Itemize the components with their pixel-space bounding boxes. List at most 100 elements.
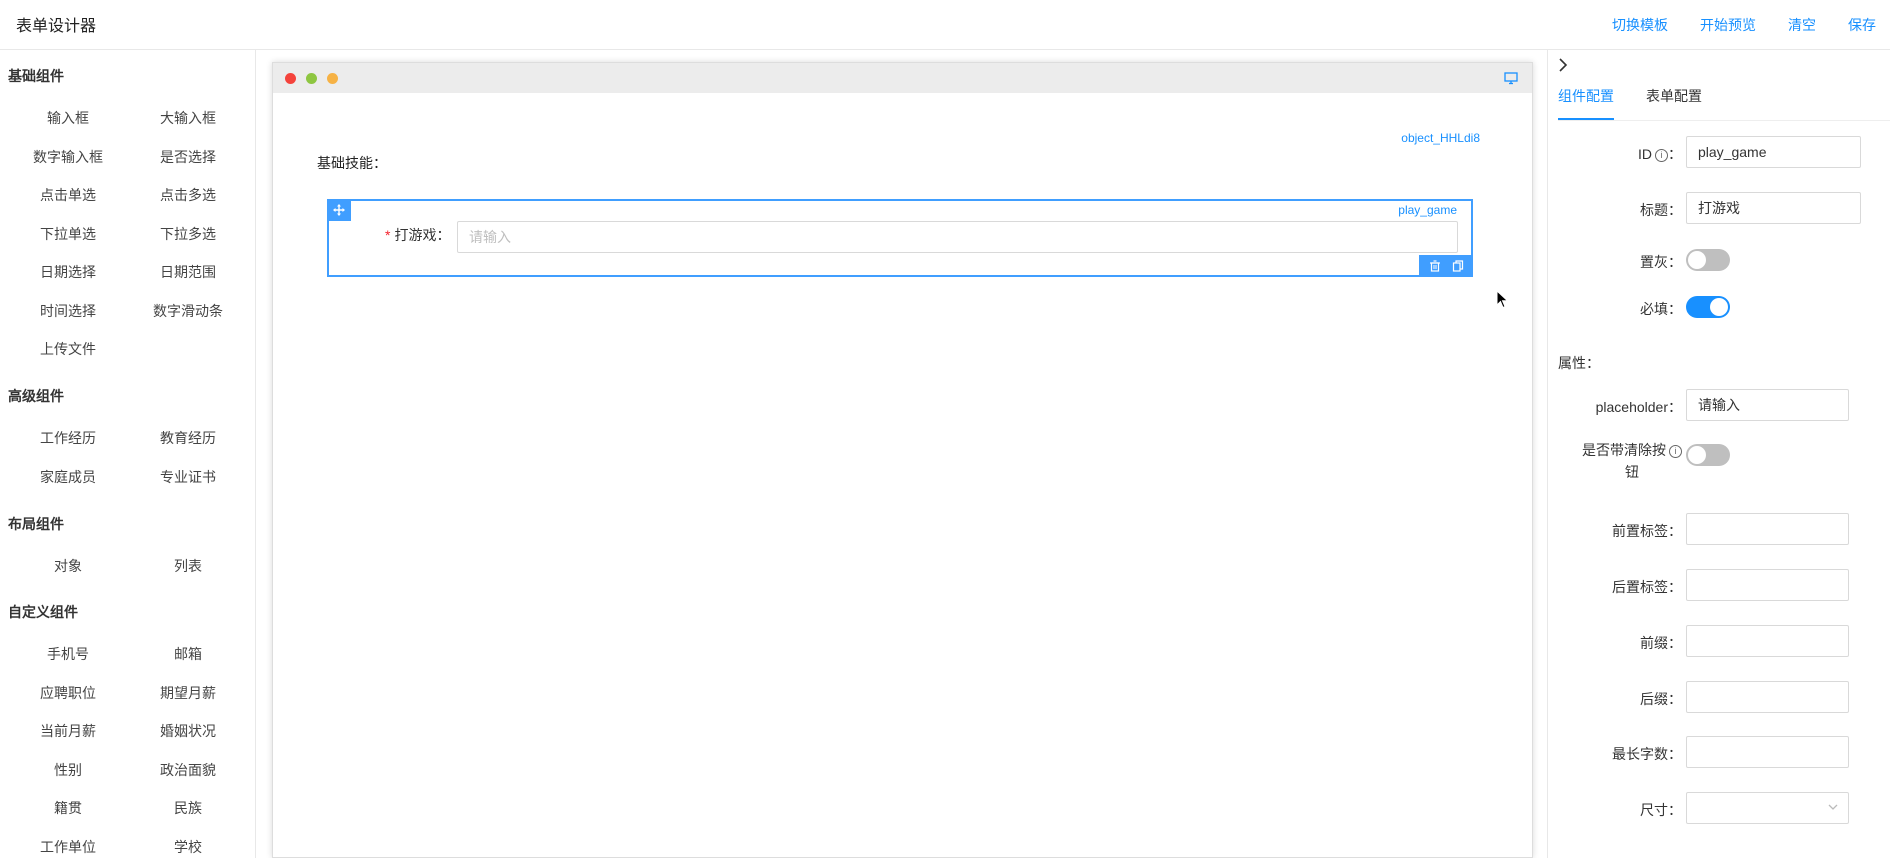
allow-clear-row: 是否带清除按 i 钮 bbox=[1558, 439, 1878, 485]
addon-before-input[interactable] bbox=[1686, 513, 1849, 545]
play-game-input[interactable] bbox=[457, 221, 1458, 253]
palette-component[interactable]: 邮箱 bbox=[128, 635, 248, 674]
placeholder-input[interactable] bbox=[1686, 389, 1849, 421]
drag-handle[interactable] bbox=[327, 199, 351, 221]
palette-component[interactable]: 时间选择 bbox=[8, 292, 128, 331]
palette-group-items: 输入框 大输入框 数字输入框 是否选择 点击单选 点击多选 下拉单选 下拉多选 日期选择 日期范围… bbox=[8, 99, 248, 369]
palette-group-title: 布局组件 bbox=[8, 516, 64, 532]
palette-component[interactable]: 数字滑动条 bbox=[128, 292, 248, 331]
prefix-row: 前缀： bbox=[1558, 625, 1878, 657]
prefix-input[interactable] bbox=[1686, 625, 1849, 657]
placeholder-row: placeholder： bbox=[1558, 389, 1878, 421]
field-label-text: 打游戏： bbox=[394, 227, 451, 243]
disabled-label: 置灰： bbox=[1640, 254, 1682, 270]
field-tools bbox=[1419, 255, 1473, 277]
desktop-view-icon[interactable] bbox=[1504, 71, 1518, 85]
id-input[interactable] bbox=[1686, 136, 1861, 168]
toggle-knob bbox=[1688, 251, 1706, 269]
field-label: * 打游戏： bbox=[385, 225, 450, 245]
palette-component[interactable]: 学校 bbox=[128, 828, 248, 858]
palette-group-title: 高级组件 bbox=[8, 388, 64, 404]
tab-divider bbox=[1558, 120, 1890, 121]
palette-component[interactable]: 籍贯 bbox=[8, 789, 128, 828]
selected-field[interactable]: play_game * 打游戏： bbox=[327, 199, 1473, 277]
attributes-title: 属性： bbox=[1558, 355, 1600, 371]
palette-component[interactable]: 工作经历 bbox=[8, 419, 128, 458]
disabled-row: 置灰： bbox=[1558, 244, 1878, 276]
palette-component[interactable]: 工作单位 bbox=[8, 828, 128, 858]
addon-after-row: 后置标签： bbox=[1558, 569, 1878, 601]
object-id-tag: object_HHLdi8 bbox=[1401, 131, 1480, 145]
palette-component[interactable]: 列表 bbox=[128, 547, 248, 586]
title-row: 标题： bbox=[1558, 192, 1878, 224]
palette-component[interactable]: 数字输入框 bbox=[8, 138, 128, 177]
required-toggle[interactable] bbox=[1686, 296, 1730, 318]
switch-template-button[interactable]: 切换模板 bbox=[1612, 15, 1668, 35]
required-mark: * bbox=[385, 227, 391, 243]
palette-group-title: 自定义组件 bbox=[8, 604, 78, 620]
palette-component[interactable]: 手机号 bbox=[8, 635, 128, 674]
placeholder-label: placeholder： bbox=[1595, 399, 1682, 415]
palette-component[interactable]: 点击单选 bbox=[8, 176, 128, 215]
maxlength-input[interactable] bbox=[1686, 736, 1849, 768]
palette-component[interactable]: 家庭成员 bbox=[8, 458, 128, 497]
tab-component-config[interactable]: 组件配置 bbox=[1558, 86, 1614, 120]
palette-component[interactable]: 大输入框 bbox=[128, 99, 248, 138]
field-id-tag: play_game bbox=[1398, 203, 1457, 217]
window-maximize-dot bbox=[306, 73, 317, 84]
addon-before-row: 前置标签： bbox=[1558, 513, 1878, 545]
toggle-knob bbox=[1688, 446, 1706, 464]
palette-component[interactable]: 下拉多选 bbox=[128, 215, 248, 254]
palette-component[interactable]: 期望月薪 bbox=[128, 674, 248, 713]
save-button[interactable]: 保存 bbox=[1848, 15, 1876, 35]
size-row: 尺寸： bbox=[1558, 792, 1878, 824]
size-label: 尺寸： bbox=[1640, 802, 1682, 818]
disabled-toggle[interactable] bbox=[1686, 249, 1730, 271]
info-icon[interactable]: i bbox=[1669, 445, 1682, 458]
section-label: 基础技能： bbox=[317, 155, 387, 171]
size-select[interactable] bbox=[1686, 792, 1849, 824]
palette-component[interactable]: 教育经历 bbox=[128, 419, 248, 458]
palette-component[interactable]: 民族 bbox=[128, 789, 248, 828]
allow-clear-toggle[interactable] bbox=[1686, 444, 1730, 466]
palette-component[interactable]: 婚姻状况 bbox=[128, 712, 248, 751]
collapse-chevron-icon[interactable] bbox=[1558, 58, 1568, 77]
palette-component[interactable]: 性别 bbox=[8, 751, 128, 790]
palette-component[interactable]: 应聘职位 bbox=[8, 674, 128, 713]
palette-component[interactable]: 对象 bbox=[8, 547, 128, 586]
palette-component[interactable]: 日期选择 bbox=[8, 253, 128, 292]
palette-component[interactable]: 是否选择 bbox=[128, 138, 248, 177]
required-label: 必填： bbox=[1640, 301, 1682, 317]
suffix-input[interactable] bbox=[1686, 681, 1849, 713]
mouse-cursor-icon bbox=[1496, 290, 1509, 309]
info-icon[interactable]: i bbox=[1655, 149, 1668, 162]
move-icon bbox=[333, 204, 345, 216]
start-preview-button[interactable]: 开始预览 bbox=[1700, 15, 1756, 35]
palette-component[interactable]: 政治面貌 bbox=[128, 751, 248, 790]
palette-component[interactable]: 日期范围 bbox=[128, 253, 248, 292]
palette-component[interactable]: 点击多选 bbox=[128, 176, 248, 215]
clear-button[interactable]: 清空 bbox=[1788, 15, 1816, 35]
browser-bar bbox=[273, 63, 1532, 93]
palette-component[interactable]: 当前月薪 bbox=[8, 712, 128, 751]
title-label: 标题： bbox=[1640, 202, 1682, 218]
app-title: 表单设计器 bbox=[16, 18, 97, 35]
header-actions: 切换模板 开始预览 清空 保存 bbox=[1612, 15, 1876, 35]
palette-group-items: 对象 列表 bbox=[8, 547, 248, 586]
tab-form-config[interactable]: 表单配置 bbox=[1646, 86, 1702, 120]
title-input[interactable] bbox=[1686, 192, 1861, 224]
prefix-label: 前缀： bbox=[1640, 635, 1682, 651]
delete-icon[interactable] bbox=[1429, 260, 1441, 272]
copy-icon[interactable] bbox=[1452, 260, 1464, 272]
palette-component[interactable]: 专业证书 bbox=[128, 458, 248, 497]
maxlength-row: 最长字数： bbox=[1558, 736, 1878, 768]
suffix-label: 后缀： bbox=[1640, 691, 1682, 707]
id-row: ID i： bbox=[1558, 136, 1878, 168]
palette-group-items: 手机号 邮箱 应聘职位 期望月薪 当前月薪 婚姻状况 性别 政治面貌 籍贯 民族 工作单位 学校 bbox=[8, 635, 248, 858]
suffix-row: 后缀： bbox=[1558, 681, 1878, 713]
addon-after-input[interactable] bbox=[1686, 569, 1849, 601]
config-tabs: 组件配置 表单配置 bbox=[1558, 86, 1702, 120]
palette-component[interactable]: 下拉单选 bbox=[8, 215, 128, 254]
palette-component[interactable]: 上传文件 bbox=[8, 330, 128, 369]
palette-component[interactable]: 输入框 bbox=[8, 99, 128, 138]
